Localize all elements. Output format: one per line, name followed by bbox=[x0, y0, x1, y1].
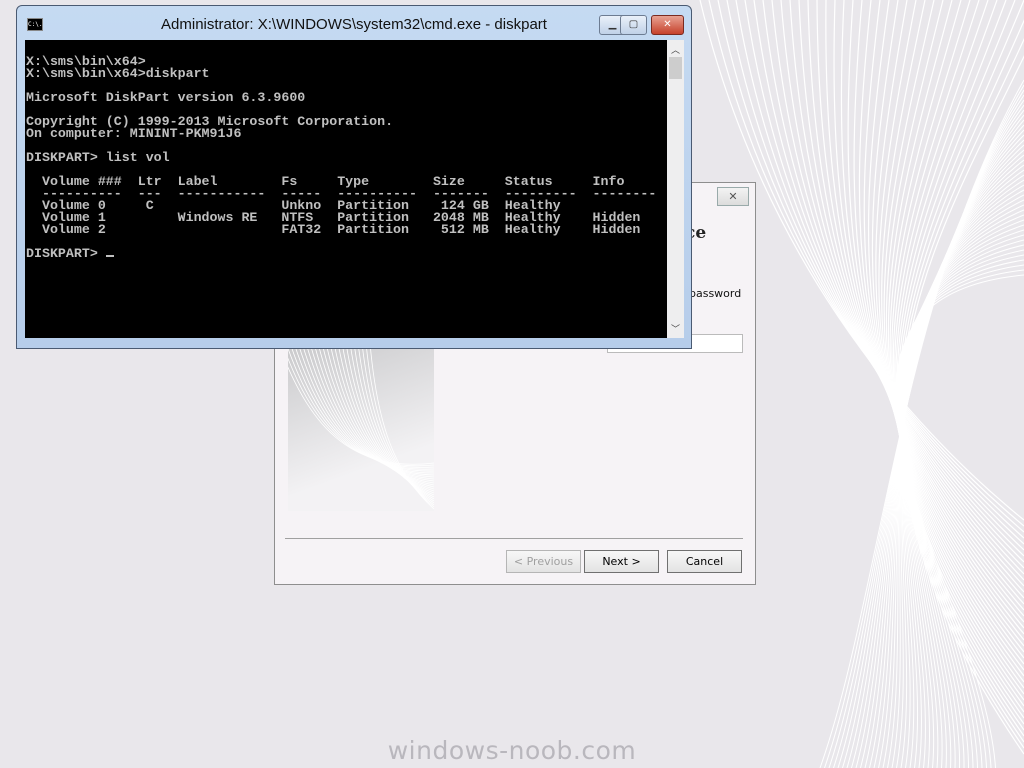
cancel-button[interactable]: Cancel bbox=[667, 550, 742, 573]
divider bbox=[285, 538, 743, 539]
text-cursor bbox=[105, 255, 114, 257]
console-line: X:\sms\bin\x64>diskpart bbox=[26, 66, 210, 81]
banner-line bbox=[317, 343, 434, 484]
banner-line bbox=[288, 357, 434, 467]
console-line: Microsoft DiskPart version 6.3.9600 bbox=[26, 90, 306, 105]
wizard-banner-image bbox=[288, 343, 434, 511]
scroll-thumb[interactable] bbox=[669, 57, 682, 79]
swirl-line bbox=[735, 0, 1024, 545]
scroll-down-icon[interactable]: ﹀ bbox=[667, 322, 684, 335]
banner-line bbox=[313, 343, 434, 482]
console-line: DISKPART> list vol bbox=[26, 150, 170, 165]
console-prompt: DISKPART> bbox=[26, 246, 106, 261]
password-label: password bbox=[689, 287, 742, 300]
console-text: X:\sms\bin\x64> X:\sms\bin\x64>diskpart … bbox=[25, 40, 667, 260]
console-output[interactable]: X:\sms\bin\x64> X:\sms\bin\x64>diskpart … bbox=[25, 40, 667, 338]
previous-button[interactable]: < Previous bbox=[506, 550, 581, 573]
window-title: Administrator: X:\WINDOWS\system32\cmd.e… bbox=[161, 16, 547, 33]
console-line: On computer: MININT-PKM91J6 bbox=[26, 126, 242, 141]
console-line: Volume 2 FAT32 Partition 512 MB Healthy … bbox=[41, 222, 641, 237]
close-button[interactable]: ✕ bbox=[651, 15, 684, 35]
wizard-close-button[interactable]: ✕ bbox=[717, 187, 749, 206]
next-button[interactable]: Next > bbox=[584, 550, 659, 573]
vertical-scrollbar[interactable]: ︿ ﹀ bbox=[667, 40, 684, 338]
maximize-button[interactable]: ▢ bbox=[620, 15, 647, 35]
console-window: C:\. Administrator: X:\WINDOWS\system32\… bbox=[16, 5, 692, 349]
swirl-line bbox=[898, 0, 1024, 737]
scroll-up-icon[interactable]: ︿ bbox=[667, 43, 684, 56]
watermark: windows-noob.com bbox=[387, 736, 637, 765]
